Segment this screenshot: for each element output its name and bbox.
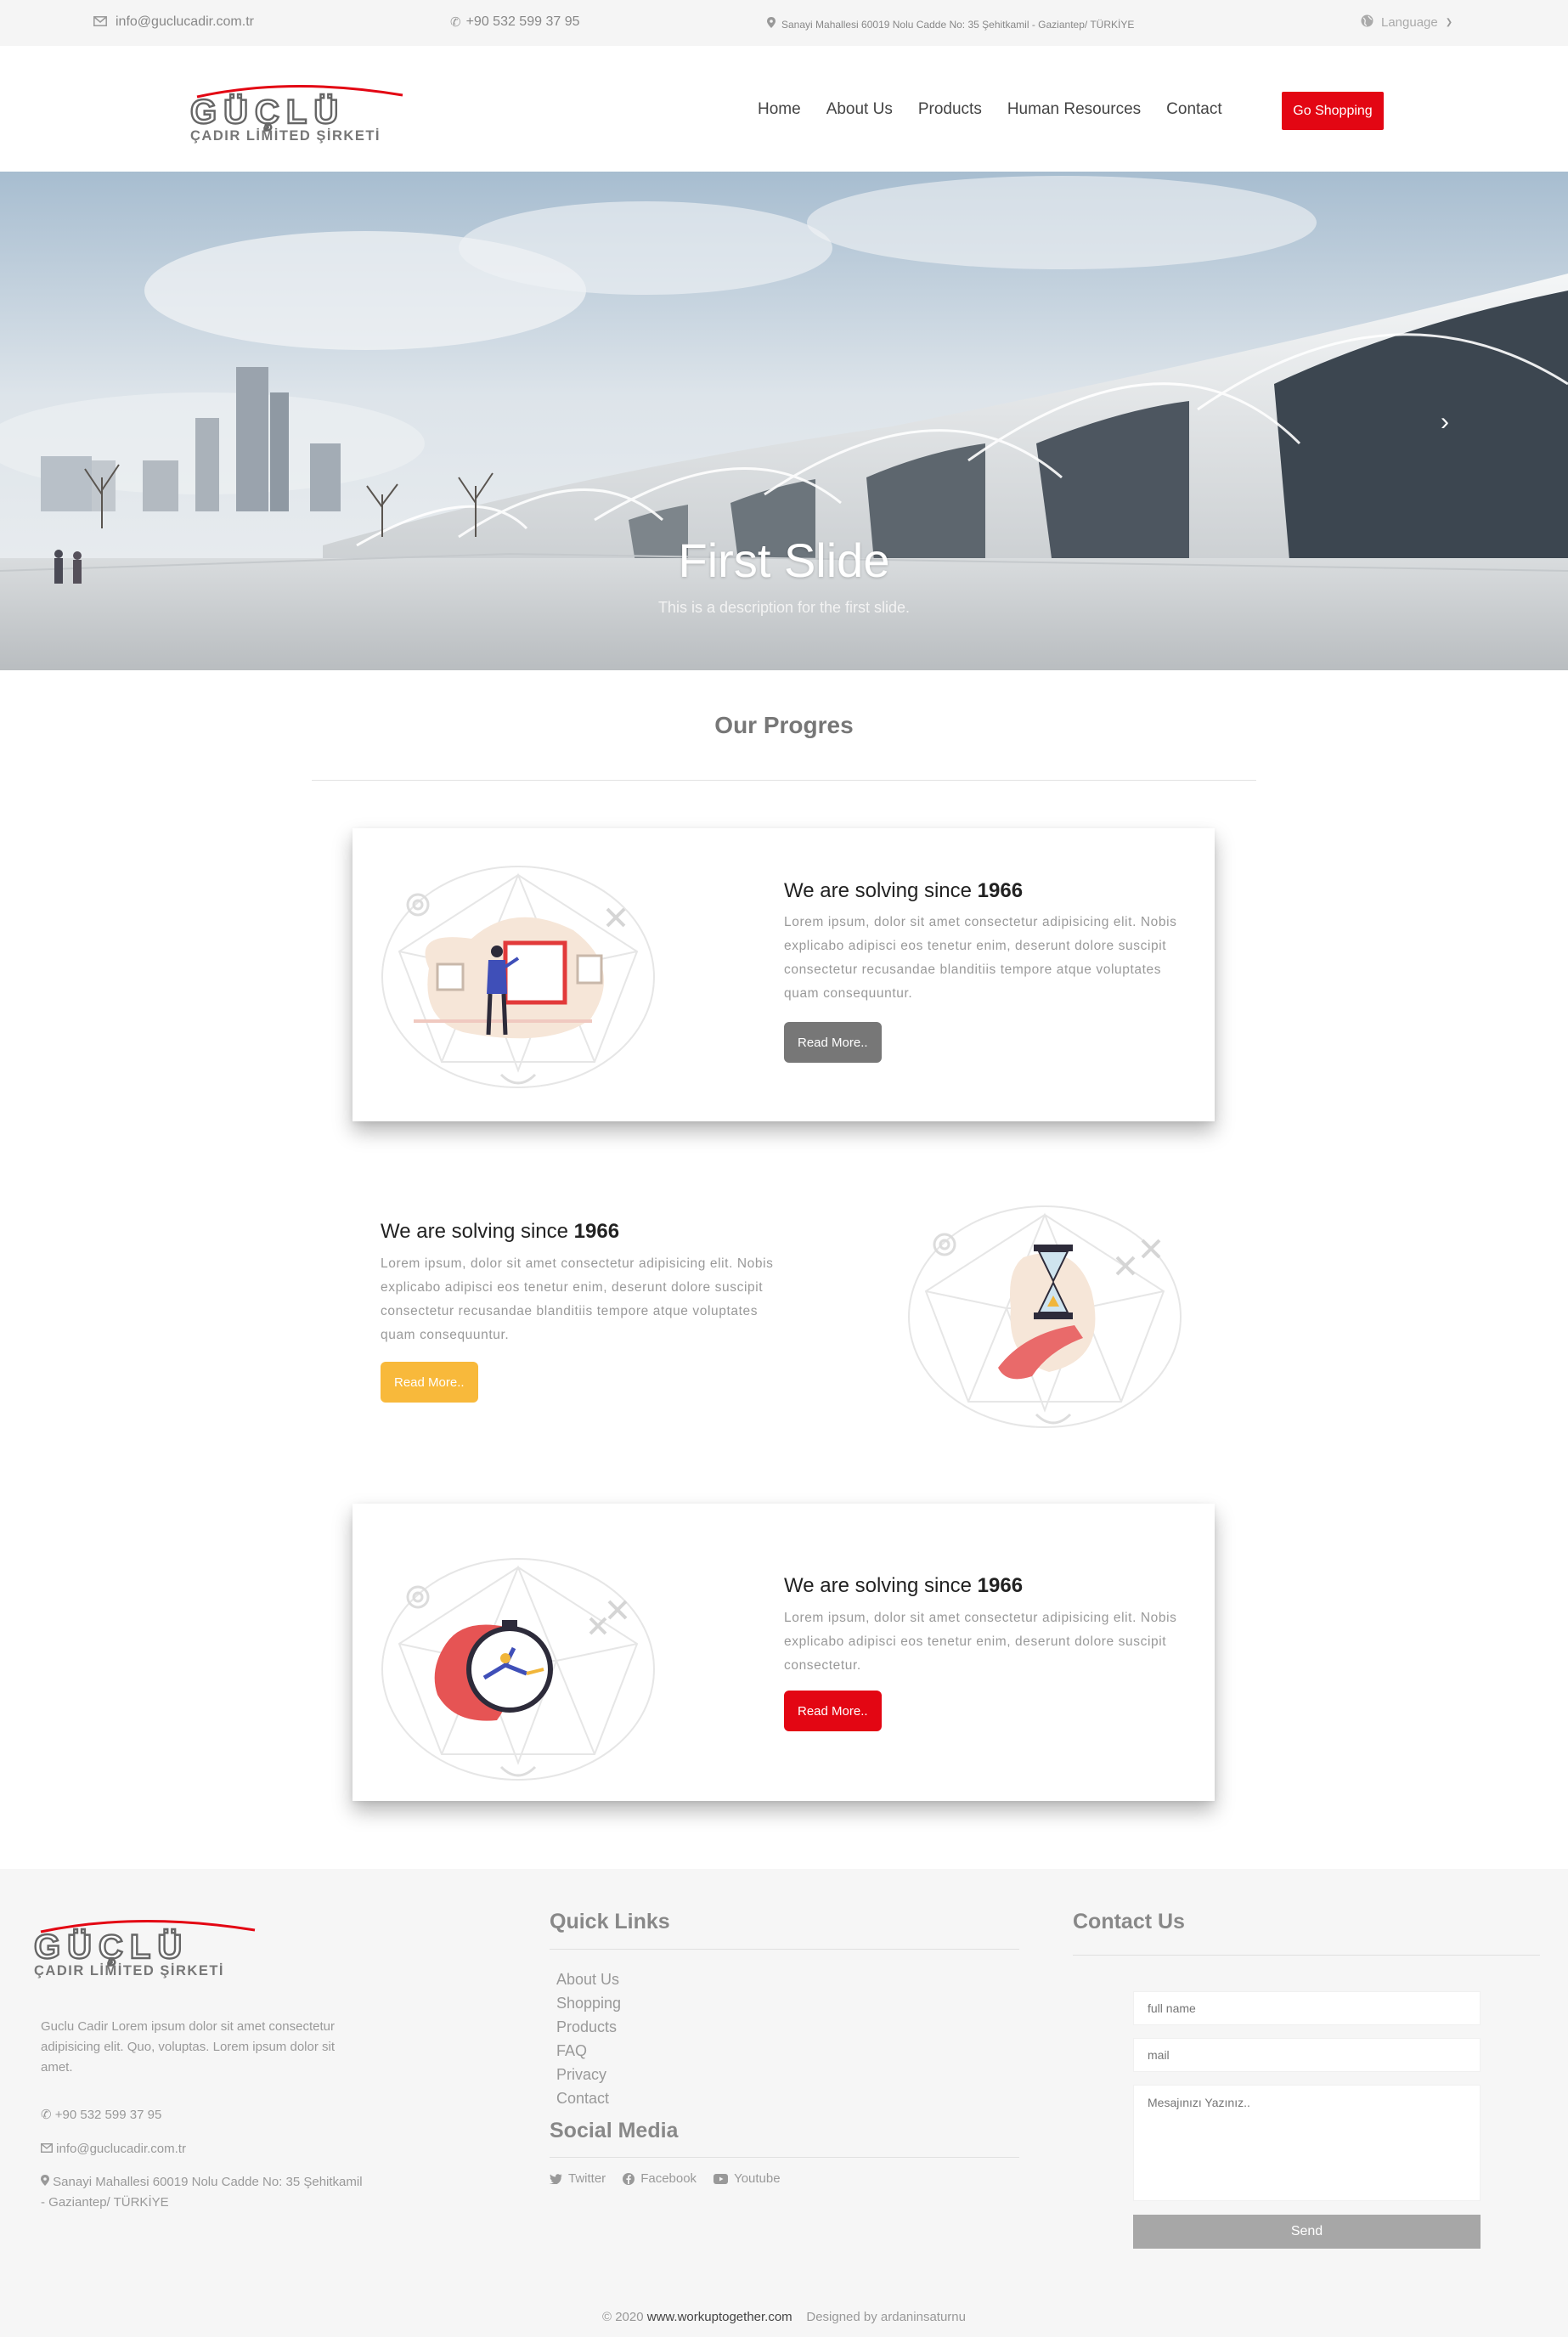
youtube-icon (713, 2173, 729, 2184)
quick-links-divider (550, 1949, 1019, 1950)
envelope-icon (40, 2139, 54, 2159)
card-2-year: 1966 (573, 1220, 620, 1243)
card-1-title-prefix: We are solving since (784, 879, 972, 902)
twitter-icon (550, 2173, 562, 2184)
designed-by-text: Designed by ardaninsaturnu (806, 2310, 966, 2324)
stopwatch-runner-illustration (381, 1558, 655, 1781)
footer-address-text: Sanayi Mahallesi 60019 Nolu Cadde No: 35… (41, 2175, 363, 2210)
phone-icon: ✆ (41, 2108, 52, 2122)
social-facebook-label: Facebook (640, 2171, 697, 2186)
card-3-title-prefix: We are solving since (784, 1574, 972, 1597)
social-twitter-label: Twitter (568, 2171, 606, 2186)
brand-logo[interactable]: GÜÇLÜ ÇADIR LİMİTED ŞİRKETİ (189, 78, 409, 146)
footer-brand-name: GÜÇLÜ (33, 1928, 189, 1967)
envelope-icon (93, 15, 107, 30)
full-name-input[interactable] (1133, 1991, 1481, 2025)
quick-link-faq[interactable]: FAQ (556, 2039, 621, 2063)
footer-phone-text: +90 532 599 37 95 (54, 2108, 162, 2122)
nav-products[interactable]: Products (918, 100, 982, 119)
quick-link-privacy[interactable]: Privacy (556, 2063, 621, 2086)
copyright-year: © 2020 (602, 2310, 644, 2324)
nav-contact[interactable]: Contact (1166, 100, 1221, 119)
footer-about: Guclu Cadir Lorem ipsum dolor sit amet c… (41, 2019, 335, 2075)
quick-links-title: Quick Links (550, 1910, 670, 1933)
hero-slider: › First Slide This is a description for … (0, 172, 1568, 670)
topbar-phone[interactable]: ✆ +90 532 599 37 95 (450, 14, 579, 30)
topbar-email-text: info@guclucadir.com.tr (116, 14, 254, 29)
section-divider (312, 780, 1256, 781)
footer-logo[interactable]: GÜÇLÜ ÇADIR LİMİTED ŞİRKETİ (32, 1913, 262, 1981)
card-2-title-prefix: We are solving since (381, 1220, 568, 1243)
card-3-text: Lorem ipsum, dolor sit amet consectetur … (784, 1611, 1177, 1673)
hero-building-image (0, 172, 1568, 670)
card-3-title: We are solving since 1966 (784, 1574, 1023, 1598)
card-3-read-more-button[interactable]: Read More.. (784, 1691, 882, 1731)
chevron-down-icon: ❯ (1445, 18, 1453, 27)
card-1-title: We are solving since 1966 (784, 879, 1023, 903)
quick-link-about-us[interactable]: About Us (556, 1967, 621, 1991)
phone-icon: ✆ (450, 15, 461, 30)
topbar-address: Sanayi Mahallesi 60019 Nolu Cadde No: 35… (767, 17, 1134, 31)
topbar-phone-text: +90 532 599 37 95 (465, 14, 580, 29)
social-twitter[interactable]: Twitter (550, 2171, 606, 2186)
nav-human-resources[interactable]: Human Resources (1007, 100, 1141, 119)
quick-link-shopping[interactable]: Shopping (556, 1991, 621, 2015)
social-youtube-label: Youtube (734, 2171, 781, 2186)
language-selector[interactable]: Language ❯ (1361, 14, 1452, 31)
footer-phone[interactable]: ✆ +90 532 599 37 95 (41, 2105, 161, 2125)
gallery-visitor-illustration (381, 866, 655, 1088)
brand-subtitle: ÇADIR LİMİTED ŞİRKETİ (190, 128, 381, 144)
section-title: Our Progres (714, 712, 854, 738)
card-2-read-more-button[interactable]: Read More.. (381, 1362, 478, 1403)
social-media-title: Social Media (550, 2119, 679, 2142)
globe-icon (1361, 14, 1373, 31)
footer-email-text: info@guclucadir.com.tr (56, 2142, 186, 2156)
social-youtube[interactable]: Youtube (713, 2171, 781, 2186)
brand-name: GÜÇLÜ (189, 93, 346, 132)
card-1-read-more-button[interactable]: Read More.. (784, 1022, 882, 1063)
map-marker-icon (767, 17, 776, 31)
hero-description: This is a description for the first slid… (657, 599, 911, 616)
hero-title: First Slide (678, 533, 890, 587)
quick-link-products[interactable]: Products (556, 2015, 621, 2039)
language-label: Language (1381, 15, 1438, 30)
card-1-text: Lorem ipsum, dolor sit amet consectetur … (784, 915, 1177, 1001)
footer-address: Sanayi Mahallesi 60019 Nolu Cadde No: 35… (41, 2172, 364, 2213)
social-media-divider (550, 2157, 1019, 2158)
card-2-text: Lorem ipsum, dolor sit amet consectetur … (381, 1256, 774, 1342)
mail-input[interactable] (1133, 2038, 1481, 2072)
copyright-site-link[interactable]: www.workuptogether.com (647, 2310, 792, 2324)
progress-card-3: We are solving since 1966 Lorem ipsum, d… (353, 1504, 1215, 1801)
send-button[interactable]: Send (1133, 2215, 1481, 2249)
contact-us-title: Contact Us (1073, 1910, 1185, 1933)
map-marker-icon (41, 2172, 49, 2193)
message-textarea[interactable] (1133, 2085, 1481, 2201)
footer-brand-subtitle: ÇADIR LİMİTED ŞİRKETİ (34, 1963, 224, 1979)
quick-link-contact[interactable]: Contact (556, 2086, 621, 2110)
quick-links-list: About Us Shopping Products FAQ Privacy C… (556, 1967, 621, 2110)
copyright-bar: © 2020 www.workuptogether.com Designed b… (0, 2310, 1568, 2324)
slider-next-icon[interactable]: › (1441, 408, 1449, 437)
card-2-title: We are solving since 1966 (381, 1220, 619, 1244)
hourglass-hand-illustration (908, 1205, 1182, 1428)
topbar-address-text: Sanayi Mahallesi 60019 Nolu Cadde No: 35… (781, 18, 1135, 31)
nav-about-us[interactable]: About Us (826, 100, 893, 119)
contact-us-divider (1073, 1955, 1540, 1956)
card-1-year: 1966 (977, 879, 1024, 902)
progress-card-1: We are solving since 1966 Lorem ipsum, d… (353, 828, 1215, 1121)
social-links: Twitter Facebook Youtube (550, 2171, 781, 2186)
topbar-email[interactable]: info@guclucadir.com.tr (93, 14, 254, 30)
social-facebook[interactable]: Facebook (623, 2171, 697, 2186)
card-3-year: 1966 (977, 1574, 1024, 1597)
top-bar: info@guclucadir.com.tr ✆ +90 532 599 37 … (0, 0, 1568, 46)
footer-email[interactable]: info@guclucadir.com.tr (40, 2139, 186, 2159)
nav-home[interactable]: Home (758, 100, 801, 119)
go-shopping-button[interactable]: Go Shopping (1282, 92, 1384, 130)
progress-card-2: We are solving since 1966 Lorem ipsum, d… (353, 1172, 1215, 1444)
main-nav: Home About Us Products Human Resources C… (758, 100, 1248, 119)
site-header: GÜÇLÜ ÇADIR LİMİTED ŞİRKETİ Home About U… (0, 46, 1568, 172)
facebook-icon (623, 2172, 635, 2185)
